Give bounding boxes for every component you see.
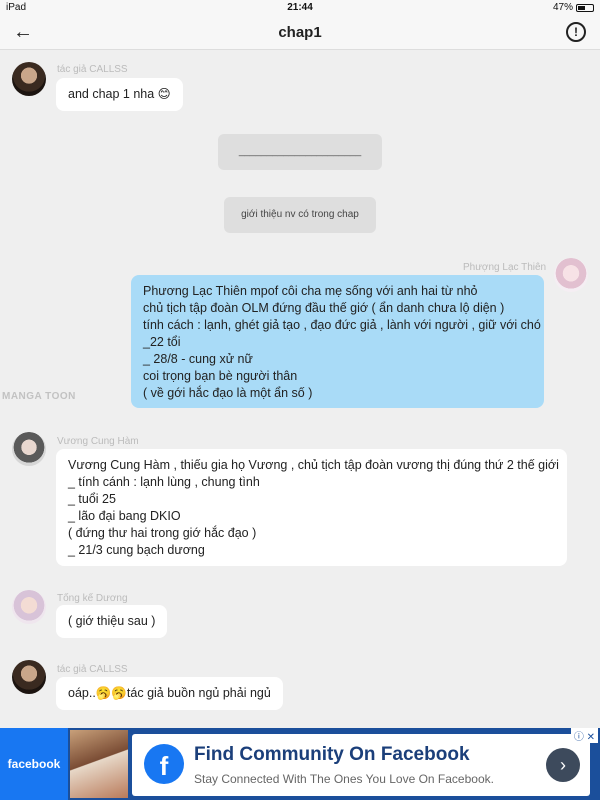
section-notice-text: giới thiệu nv có trong chap [241,209,359,220]
facebook-logo-icon: f [144,744,184,784]
chevron-right-icon[interactable]: › [546,748,580,782]
ad-title: Find Community On Facebook [194,744,470,765]
ad-card[interactable]: f Find Community On Facebook Stay Connec… [132,734,590,796]
divider-box: ______________________ [218,134,382,170]
watermark: MANGA TOON [2,391,76,402]
ad-close-icon[interactable]: ⓘ ✕ [570,728,598,743]
battery-indicator: 47% [553,2,594,13]
message-text: tính cách : lạnh, ghét giả tạo , đạo đức… [143,318,541,332]
avatar[interactable] [12,62,46,96]
battery-percent: 47% [552,2,573,13]
clock: 21:44 [287,2,313,13]
avatar[interactable] [12,590,46,624]
message-text: chủ tịch tập đoàn OLM đứng đầu thế giớ (… [143,301,505,315]
ad-banner[interactable]: facebook f Find Community On Facebook St… [0,728,600,800]
info-icon[interactable]: ! [566,22,586,42]
message-text: ( giớ thiệu sau ) [68,614,156,628]
chat-header: ← chap1 ! [0,16,600,50]
message-text: _ tuổi 25 [68,492,116,506]
message-text: _22 tổi [143,335,181,349]
message-text: and chap 1 nha 😊 [68,87,171,101]
message-text: coi trọng bạn bè người thân [143,369,298,383]
divider-text: ______________________ [238,146,362,157]
message-bubble: Vương Cung Hàm , thiếu gia họ Vương , ch… [56,449,567,566]
ad-subtitle: Stay Connected With The Ones You Love On… [194,772,494,786]
battery-icon [576,3,594,12]
message-author: Vương Cung Hàm [57,436,139,447]
message-bubble: oáp..🥱🥱tác giả buồn ngủ phải ngủ [56,677,283,710]
message-bubble: ( giớ thiệu sau ) [56,605,168,638]
avatar[interactable] [554,258,588,292]
message-text: oáp..🥱🥱tác giả buồn ngủ phải ngủ [68,686,271,700]
page-title: chap1 [278,24,322,41]
status-bar: iPad 21:44 47% [0,0,600,16]
section-notice: giới thiệu nv có trong chap [224,197,376,233]
message-text: _ 21/3 cung bạch dương [68,543,205,557]
message-text: ( đứng thư hai trong giớ hắc đạo ) [68,526,257,540]
message-author: Tống kế Dương [57,593,128,604]
message-text: Vương Cung Hàm , thiếu gia họ Vương , ch… [68,458,559,472]
message-text: _ lão đại bang DKIO [68,509,181,523]
message-text: _ 28/8 - cung xử nữ [143,352,253,366]
message-text: Phương Lạc Thiên mpof côi cha mẹ sống vớ… [143,284,478,298]
message-author: Phượng Lạc Thiên [463,262,547,273]
message-author: tác giả CALLSS [57,664,128,675]
message-bubble: Phương Lạc Thiên mpof côi cha mẹ sống vớ… [131,275,544,408]
ad-image [70,730,128,798]
avatar[interactable] [12,660,46,694]
message-bubble: and chap 1 nha 😊 [56,78,183,111]
avatar[interactable] [12,432,46,466]
message-text: _ tính cánh : lạnh lùng , chung tình [68,475,260,489]
ad-brand-tag: facebook [0,728,68,800]
message-author: tác giả CALLSS [57,64,128,75]
message-text: ( về gới hắc đạo là một ẩn số ) [143,386,313,400]
